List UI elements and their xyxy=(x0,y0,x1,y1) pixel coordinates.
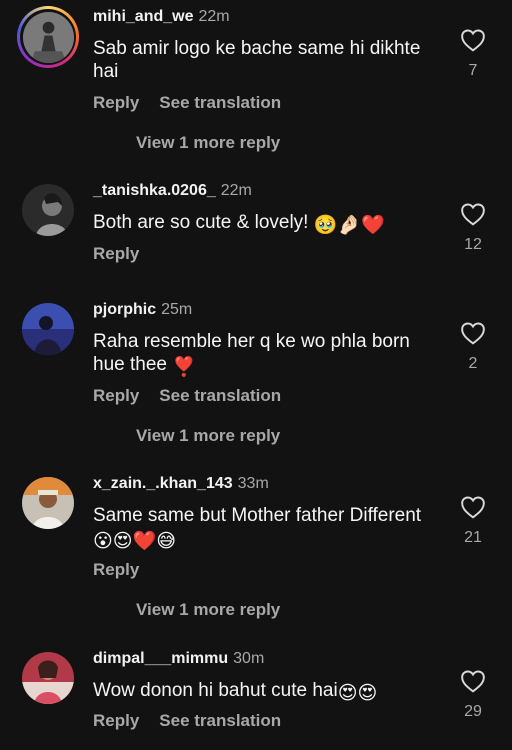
see-translation-button[interactable]: See translation xyxy=(159,93,281,112)
like-count: 2 xyxy=(468,355,478,372)
heart-outline-icon[interactable] xyxy=(460,495,486,519)
like-group: 21 xyxy=(458,495,488,547)
see-translation-button[interactable]: See translation xyxy=(159,386,281,405)
comment-text-body: Sab amir logo ke bache same hi dikhte ha… xyxy=(93,38,421,82)
avatar-image xyxy=(22,303,74,355)
avatar[interactable] xyxy=(22,652,74,704)
avatar-image xyxy=(22,184,74,236)
like-count: 12 xyxy=(464,236,482,253)
emoji-group: 🥹🤌🏻❤️ xyxy=(313,215,385,236)
view-more-replies[interactable]: View 1 more reply xyxy=(136,600,280,620)
comment-text: Raha resemble her q ke wo phla born hue … xyxy=(93,330,443,379)
timestamp: 22m xyxy=(198,8,230,25)
username[interactable]: x_zain._.khan_143 xyxy=(93,475,233,492)
comment-meta: dimpal___mimmu 30m xyxy=(93,650,264,668)
emoji-group: 😍😍 xyxy=(337,683,378,704)
username[interactable]: dimpal___mimmu xyxy=(93,650,228,667)
timestamp: 33m xyxy=(237,475,269,492)
heart-outline-icon[interactable] xyxy=(460,28,486,52)
avatar[interactable] xyxy=(17,6,79,68)
comment-text: Both are so cute & lovely! 🥹🤌🏻❤️ xyxy=(93,211,443,237)
comment-meta: pjorphic 25m xyxy=(93,301,192,319)
timestamp: 25m xyxy=(161,301,193,318)
comment-text-body: Raha resemble her q ke wo phla born hue … xyxy=(93,331,410,375)
heart-outline-icon[interactable] xyxy=(460,202,486,226)
username[interactable]: pjorphic xyxy=(93,301,156,318)
avatar[interactable] xyxy=(22,184,74,236)
avatar[interactable] xyxy=(22,477,74,529)
comment-meta: x_zain._.khan_143 33m xyxy=(93,475,269,493)
comment-text-body: Wow donon hi bahut cute hai xyxy=(93,680,338,701)
comment-actions: Reply See translation xyxy=(93,711,281,731)
heart-outline-icon[interactable] xyxy=(460,321,486,345)
comment-text: Same same but Mother father Different 😮😍… xyxy=(93,504,443,553)
comment-actions: Reply xyxy=(93,560,139,580)
heart-outline-icon[interactable] xyxy=(460,669,486,693)
avatar-image xyxy=(22,652,74,704)
comment-meta: _tanishka.0206_ 22m xyxy=(93,182,252,200)
reply-button[interactable]: Reply xyxy=(93,244,139,263)
timestamp: 22m xyxy=(220,182,252,199)
comment-text-body: Same same but Mother father Different xyxy=(93,505,422,526)
like-count: 7 xyxy=(468,62,478,79)
like-count: 21 xyxy=(464,529,482,546)
reply-button[interactable]: Reply xyxy=(93,711,139,730)
reply-button[interactable]: Reply xyxy=(93,560,139,579)
emoji-group: 😮😍❤️😅 xyxy=(93,531,177,552)
avatar-image xyxy=(22,477,74,529)
like-count: 29 xyxy=(464,703,482,720)
comment-actions: Reply See translation xyxy=(93,386,281,406)
like-group: 29 xyxy=(458,669,488,721)
timestamp: 30m xyxy=(233,650,265,667)
view-more-replies[interactable]: View 1 more reply xyxy=(136,133,280,153)
avatar-image xyxy=(22,11,74,63)
avatar[interactable] xyxy=(22,303,74,355)
comment-text-body: Both are so cute & lovely! xyxy=(93,212,314,233)
comment-actions: Reply See translation xyxy=(93,93,281,113)
username[interactable]: mihi_and_we xyxy=(93,8,193,25)
comment-text: Sab amir logo ke bache same hi dikhte ha… xyxy=(93,37,443,83)
like-group: 12 xyxy=(458,202,488,254)
like-group: 7 xyxy=(458,28,488,80)
like-group: 2 xyxy=(458,321,488,373)
comment-meta: mihi_and_we 22m xyxy=(93,8,230,26)
reply-button[interactable]: Reply xyxy=(93,93,139,112)
view-more-replies[interactable]: View 1 more reply xyxy=(136,426,280,446)
reply-button[interactable]: Reply xyxy=(93,386,139,405)
comment-actions: Reply xyxy=(93,244,139,264)
see-translation-button[interactable]: See translation xyxy=(159,711,281,730)
heart-exclamation-emoji: ❣️ xyxy=(172,357,196,378)
username[interactable]: _tanishka.0206_ xyxy=(93,182,216,199)
comment-text: Wow donon hi bahut cute hai😍😍 xyxy=(93,679,443,705)
